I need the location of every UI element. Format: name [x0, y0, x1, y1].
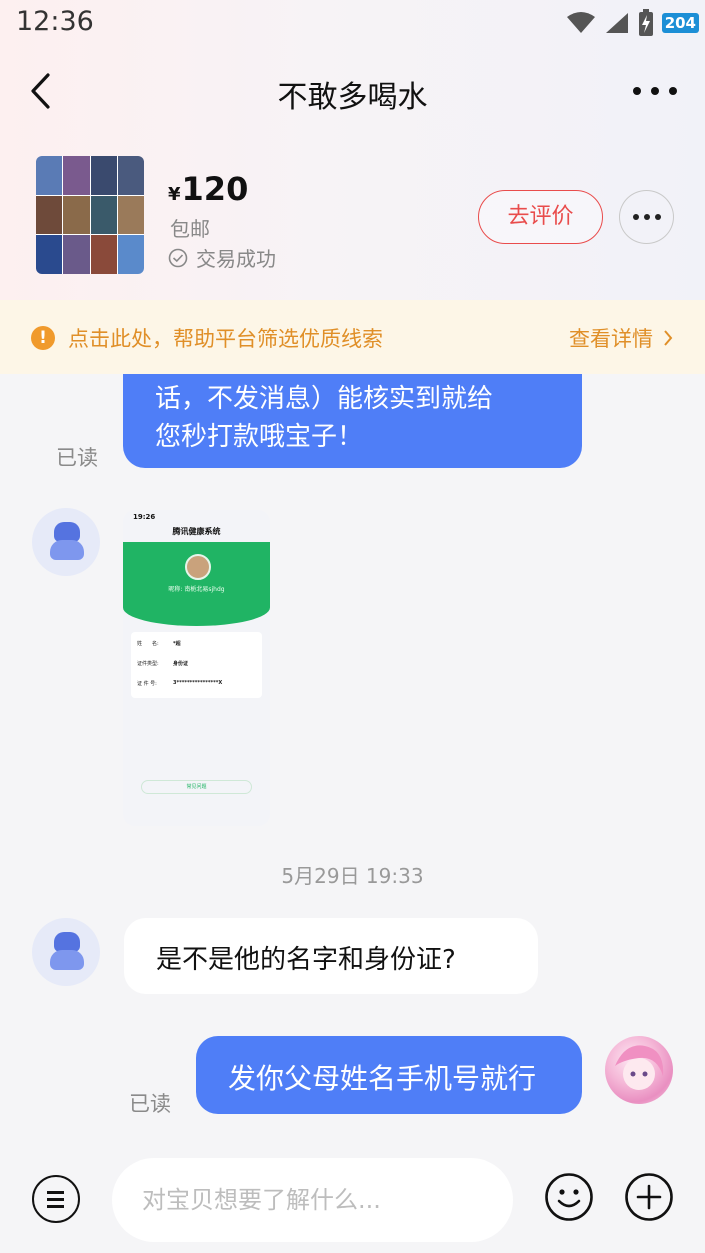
message-bubble-outgoing[interactable]: 话，不发消息）能核实到就给 您秒打款哦宝子！: [123, 374, 582, 468]
status-time: 12:36: [16, 6, 94, 37]
check-circle-icon: [168, 248, 188, 267]
image-row-label: 证 件 号:: [137, 681, 157, 687]
message-text-line: 话，不发消息）能核实到就给: [155, 384, 494, 414]
read-receipt: 已读: [56, 446, 98, 470]
price-value: 120: [181, 170, 249, 208]
product-more-button[interactable]: [619, 190, 674, 244]
image-row-value: 3****************X: [173, 680, 223, 686]
image-nickname: 昵称: 南栀北易sjhdg: [168, 586, 225, 593]
notice-link-label: 查看详情: [569, 327, 653, 351]
page-title: 不敢多喝水: [277, 80, 428, 115]
chat-header: 不敢多喝水: [0, 55, 705, 127]
warning-icon: !: [31, 326, 55, 350]
notice-link[interactable]: 查看详情: [569, 323, 673, 353]
currency-symbol: ¥: [168, 184, 181, 205]
shipping-label: 包邮: [170, 217, 210, 241]
trade-status-label: 交易成功: [196, 247, 276, 271]
avatar[interactable]: [32, 508, 100, 576]
menu-icon[interactable]: [32, 1175, 80, 1223]
image-row: 证 件 号: 3****************X: [137, 680, 222, 687]
notice-text: 点击此处，帮助平台筛选优质线索: [68, 327, 383, 351]
chevron-right-icon: [664, 330, 673, 346]
image-row-value: *超: [173, 641, 181, 647]
status-bar: 12:36 204: [0, 0, 705, 48]
message-bubble-incoming[interactable]: 是不是他的名字和身份证?: [124, 918, 538, 994]
image-status-time: 19:26: [133, 513, 156, 521]
battery-icon: [638, 9, 653, 36]
avatar-illustration: [615, 1045, 664, 1090]
image-row-value: 身份证: [173, 661, 189, 667]
message-timestamp: 5月29日 19:33: [281, 864, 424, 888]
message-image[interactable]: 19:26 腾讯健康系统 昵称: 南栀北易sjhdg 姓 名: *超 证件类型: 身…: [123, 510, 270, 826]
message-text-line: 您秒打款哦宝子！: [155, 422, 364, 452]
image-row: 姓 名: *超: [137, 640, 181, 647]
message-text: 发你父母姓名手机号就行: [228, 1062, 537, 1095]
image-avatar: [185, 554, 211, 580]
image-info-card: 姓 名: *超 证件类型: 身份证 证 件 号: 3****************X: [131, 632, 262, 698]
image-row-label: 姓 名:: [137, 641, 159, 647]
message-bubble-outgoing[interactable]: 发你父母姓名手机号就行: [196, 1036, 582, 1114]
rate-button[interactable]: 去评价: [478, 190, 603, 244]
product-thumbnail[interactable]: [36, 156, 144, 274]
message-text: 是不是他的名字和身份证?: [156, 945, 456, 975]
image-row: 证件类型: 身份证: [137, 660, 188, 667]
signal-icon: [605, 13, 628, 33]
status-icons: 204: [566, 8, 699, 38]
more-dots-icon[interactable]: [633, 77, 677, 105]
plus-icon[interactable]: [624, 1172, 674, 1222]
avatar[interactable]: [32, 918, 100, 986]
trade-status: 交易成功: [168, 243, 276, 272]
image-row-label: 证件类型:: [137, 661, 159, 667]
product-price: ¥120: [168, 170, 248, 208]
message-input[interactable]: [112, 1158, 513, 1242]
my-avatar[interactable]: [605, 1036, 673, 1104]
read-receipt: 已读: [129, 1092, 171, 1116]
image-button: 常见问题: [141, 780, 252, 794]
image-nav-title: 腾讯健康系统: [172, 527, 221, 536]
chat-area[interactable]: 话，不发消息）能核实到就给 您秒打款哦宝子！ 已读 19:26 腾讯健康系统 昵…: [0, 374, 705, 1150]
wifi-icon: [566, 12, 595, 33]
emoji-icon[interactable]: [544, 1172, 594, 1222]
input-bar: [0, 1150, 705, 1253]
battery-level: 204: [661, 13, 699, 33]
notice-banner[interactable]: ! 点击此处，帮助平台筛选优质线索 查看详情: [0, 300, 705, 374]
